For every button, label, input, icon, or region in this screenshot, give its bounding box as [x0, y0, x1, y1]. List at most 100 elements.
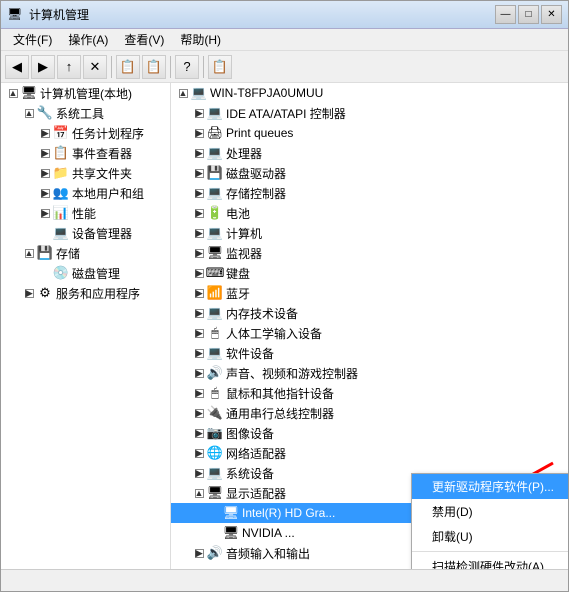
right-print-icon: 🖨	[207, 125, 223, 141]
tree-root[interactable]: ▲ 🖥 计算机管理(本地)	[1, 83, 170, 103]
right-computer[interactable]: ▶ 💻 计算机	[171, 223, 568, 243]
toolbar-sep1	[111, 56, 112, 78]
right-aio-expand: ▶	[191, 545, 207, 561]
tree-local-users[interactable]: ▶ 👥 本地用户和组	[1, 183, 170, 203]
right-img-expand-icon: ▶	[195, 429, 204, 438]
right-ide[interactable]: ▶ 💻 IDE ATA/ATAPI 控制器	[171, 103, 568, 123]
menu-action[interactable]: 操作(A)	[60, 29, 116, 50]
tree-device-manager[interactable]: 💻 设备管理器	[1, 223, 170, 243]
task-expand: ▶	[37, 125, 53, 141]
task-icon: 📅	[53, 125, 69, 141]
right-cpu[interactable]: ▶ 💻 处理器	[171, 143, 568, 163]
perf-expand-icon: ▶	[41, 209, 50, 218]
right-ide-label: IDE ATA/ATAPI 控制器	[226, 105, 346, 122]
context-menu: 更新驱动程序软件(P)... 禁用(D) 卸载(U) 扫描检测硬件改动(A) 属…	[411, 473, 568, 569]
right-mouse[interactable]: ▶ 🖱 鼠标和其他指针设备	[171, 383, 568, 403]
context-disable[interactable]: 禁用(D)	[412, 499, 568, 524]
right-mem-expand-icon: ▶	[195, 309, 204, 318]
menubar: 文件(F) 操作(A) 查看(V) 帮助(H)	[1, 29, 568, 51]
up-button[interactable]: ↑	[57, 55, 81, 79]
tree-disk-mgmt[interactable]: 💿 磁盘管理	[1, 263, 170, 283]
right-sw-expand: ▶	[191, 345, 207, 361]
right-ports[interactable]: ▶ 🔌 通用串行总线控制器	[171, 403, 568, 423]
tree-event-viewer[interactable]: ▶ 📋 事件查看器	[1, 143, 170, 163]
right-root[interactable]: ▲ 💻 WIN-T8FPJA0UMUU	[171, 83, 568, 103]
context-update-driver[interactable]: 更新驱动程序软件(P)...	[412, 474, 568, 499]
right-bt-label: 蓝牙	[226, 285, 250, 302]
right-cpu-label: 处理器	[226, 145, 262, 162]
menu-help[interactable]: 帮助(H)	[172, 29, 229, 50]
right-print[interactable]: ▶ 🖨 Print queues	[171, 123, 568, 143]
stop-button[interactable]: ✕	[83, 55, 107, 79]
event-icon: 📋	[53, 145, 69, 161]
minimize-button[interactable]: —	[495, 5, 516, 24]
right-audio-expand-icon: ▶	[195, 369, 204, 378]
right-root-expand: ▲	[175, 85, 191, 101]
device-icon: 💻	[53, 225, 69, 241]
show-hide-button[interactable]: 📋	[116, 55, 140, 79]
right-bat-icon: 🔋	[207, 205, 223, 221]
right-sw-dev[interactable]: ▶ 💻 软件设备	[171, 343, 568, 363]
system-tools-icon: 🔧	[37, 105, 53, 121]
right-hid-label: 人体工学输入设备	[226, 325, 322, 342]
right-comp-expand: ▶	[191, 225, 207, 241]
root-expand: ▲	[5, 85, 21, 101]
right-sys-label: 系统设备	[226, 465, 274, 482]
right-net-expand: ▶	[191, 445, 207, 461]
services-expand-icon: ▶	[25, 289, 34, 298]
storage-expand-icon: ▲	[25, 249, 34, 258]
right-audio-icon: 🔊	[207, 365, 223, 381]
shared-label: 共享文件夹	[72, 165, 132, 182]
task-expand-icon: ▶	[41, 129, 50, 138]
right-root-icon: 💻	[191, 85, 207, 101]
tree-performance[interactable]: ▶ 📊 性能	[1, 203, 170, 223]
right-hid-expand-icon: ▶	[195, 329, 204, 338]
help-button[interactable]: ?	[175, 55, 199, 79]
storage-icon: 💾	[37, 245, 53, 261]
export-button[interactable]: 📋	[142, 55, 166, 79]
right-keyboard[interactable]: ▶ ⌨ 键盘	[171, 263, 568, 283]
title-icon: 🖥	[7, 7, 23, 23]
close-button[interactable]: ✕	[541, 5, 562, 24]
right-monitor[interactable]: ▶ 🖥 监视器	[171, 243, 568, 263]
menu-file[interactable]: 文件(F)	[5, 29, 60, 50]
tree-storage[interactable]: ▲ 💾 存储	[1, 243, 170, 263]
storage-label: 存储	[56, 245, 80, 262]
right-comp-icon: 💻	[207, 225, 223, 241]
right-disk[interactable]: ▶ 💾 磁盘驱动器	[171, 163, 568, 183]
right-aio-label: 音频输入和输出	[226, 545, 310, 562]
tree-services[interactable]: ▶ ⚙ 服务和应用程序	[1, 283, 170, 303]
users-icon: 👥	[53, 185, 69, 201]
menu-view[interactable]: 查看(V)	[116, 29, 172, 50]
right-bt-expand: ▶	[191, 285, 207, 301]
right-sc-icon: 💻	[207, 185, 223, 201]
right-imaging[interactable]: ▶ 📷 图像设备	[171, 423, 568, 443]
event-expand: ▶	[37, 145, 53, 161]
right-kb-expand: ▶	[191, 265, 207, 281]
forward-button[interactable]: ▶	[31, 55, 55, 79]
right-img-expand: ▶	[191, 425, 207, 441]
right-print-expand-icon: ▶	[195, 129, 204, 138]
tree-task-scheduler[interactable]: ▶ 📅 任务计划程序	[1, 123, 170, 143]
right-disk-expand: ▶	[191, 165, 207, 181]
system-tools-expand-icon: ▲	[25, 109, 34, 118]
extra-button[interactable]: 📋	[208, 55, 232, 79]
right-audio[interactable]: ▶ 🔊 声音、视频和游戏控制器	[171, 363, 568, 383]
back-button[interactable]: ◀	[5, 55, 29, 79]
right-mouse-label: 鼠标和其他指针设备	[226, 385, 334, 402]
context-scan[interactable]: 扫描检测硬件改动(A)	[412, 554, 568, 569]
right-hid[interactable]: ▶ 🖱 人体工学输入设备	[171, 323, 568, 343]
right-print-expand: ▶	[191, 125, 207, 141]
shared-icon: 📁	[53, 165, 69, 181]
right-ports-icon: 🔌	[207, 405, 223, 421]
perf-icon: 📊	[53, 205, 69, 221]
tree-shared-folders[interactable]: ▶ 📁 共享文件夹	[1, 163, 170, 183]
context-uninstall[interactable]: 卸载(U)	[412, 524, 568, 549]
right-battery[interactable]: ▶ 🔋 电池	[171, 203, 568, 223]
tree-system-tools[interactable]: ▲ 🔧 系统工具	[1, 103, 170, 123]
right-mem[interactable]: ▶ 💻 内存技术设备	[171, 303, 568, 323]
right-storage-ctrl[interactable]: ▶ 💻 存储控制器	[171, 183, 568, 203]
right-mouse-icon: 🖱	[207, 385, 223, 401]
right-bluetooth[interactable]: ▶ 📶 蓝牙	[171, 283, 568, 303]
maximize-button[interactable]: □	[518, 5, 539, 24]
